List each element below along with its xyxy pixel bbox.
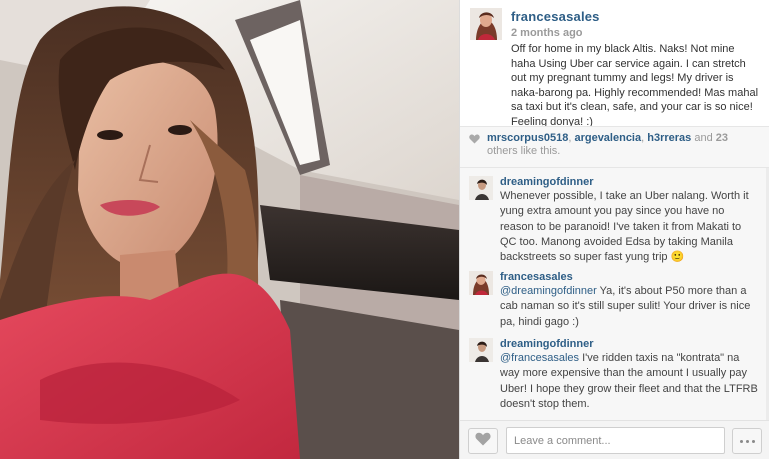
more-options-button[interactable] <box>732 428 762 454</box>
post-timestamp[interactable]: 2 months ago <box>511 27 583 39</box>
comment-bar <box>460 420 769 459</box>
likes-others-text: others like this. <box>487 145 561 157</box>
comment-username[interactable]: dreamingofdinner <box>500 333 759 351</box>
comment-item: francesasales @dreamingofdinner Ya, it's… <box>460 266 769 330</box>
caption-text: Off for home in my black Altis. Naks! No… <box>511 43 759 128</box>
comments-list[interactable]: dreamingofdinner Whenever possible, I ta… <box>460 168 769 420</box>
comment-avatar[interactable] <box>469 176 493 200</box>
ellipsis-icon <box>745 439 749 443</box>
comment-mention[interactable]: @dreamingofdinner <box>500 285 597 297</box>
comment-item: dreamingofdinner Whenever possible, I ta… <box>460 171 769 265</box>
owner-username[interactable]: francesasales <box>511 9 600 24</box>
likes-and: and <box>691 132 716 144</box>
liker-username[interactable]: argevalencia <box>574 132 641 144</box>
post-details-panel: francesasales 2 months ago Off for home … <box>459 0 769 459</box>
post-photo <box>0 0 459 459</box>
comment-input[interactable] <box>506 427 725 454</box>
liker-username[interactable]: h3rreras <box>647 132 691 144</box>
comment-text: Whenever possible, I take an Uber nalang… <box>500 189 759 265</box>
comment-avatar[interactable] <box>469 271 493 295</box>
liker-username[interactable]: mrscorpus0518 <box>487 132 568 144</box>
like-button[interactable] <box>468 428 498 454</box>
owner-avatar[interactable] <box>470 8 502 40</box>
heart-icon <box>475 432 491 451</box>
comment-text: @dreamingofdinner Ya, it's about P50 mor… <box>500 284 759 330</box>
comment-username[interactable]: francesasales <box>500 266 759 284</box>
likes-row: mrscorpus0518, argevalencia, h3rreras an… <box>460 126 769 168</box>
ellipsis-icon <box>739 439 743 443</box>
likes-others-count[interactable]: 23 <box>716 132 728 144</box>
ellipsis-icon <box>751 439 755 443</box>
comment-body: Whenever possible, I take an Uber nalang… <box>500 190 749 264</box>
post-caption: francesasales 2 months ago Off for home … <box>460 0 769 128</box>
comment-username[interactable]: dreamingofdinner <box>500 171 759 189</box>
comment-item: dreamingofdinner @francesasales I've rid… <box>460 333 769 412</box>
comment-avatar[interactable] <box>469 338 493 362</box>
heart-icon <box>469 134 480 148</box>
comment-mention[interactable]: @francesasales <box>500 352 579 364</box>
comment-text: @francesasales I've ridden taxis na "kon… <box>500 351 759 412</box>
